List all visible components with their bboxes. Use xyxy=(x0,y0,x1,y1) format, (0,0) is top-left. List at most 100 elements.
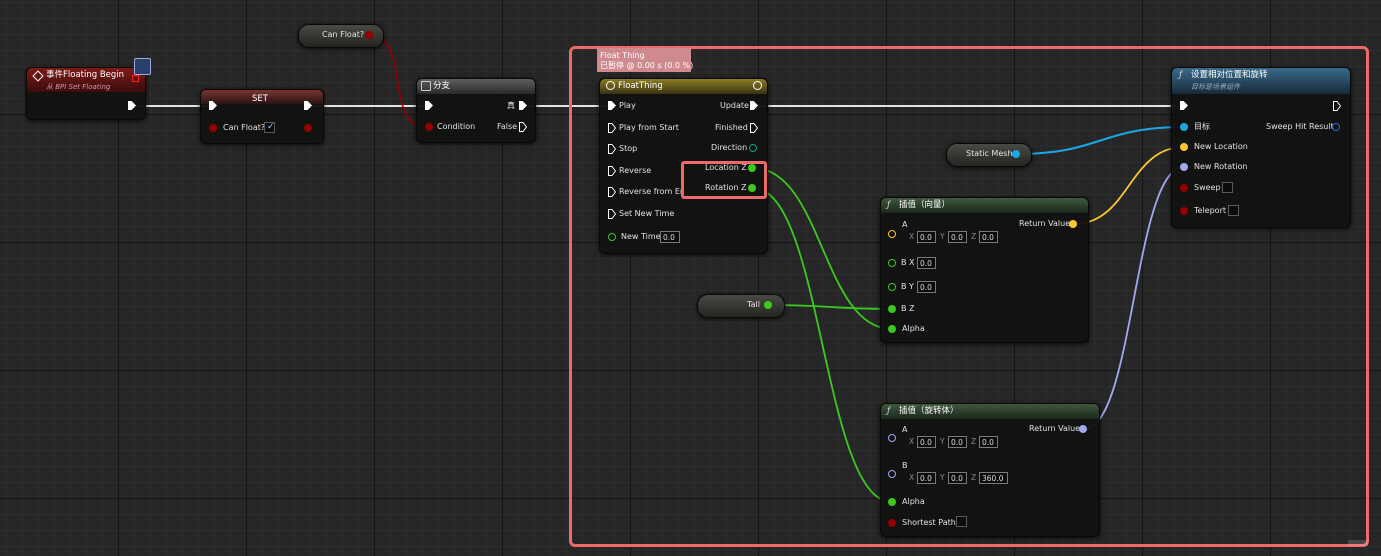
lerp-vector-a-z-field[interactable]: 0.0 xyxy=(979,231,998,243)
lerp-rotator-return-label: Return Value xyxy=(1029,424,1081,433)
function-icon: ƒ xyxy=(1179,70,1182,79)
branch-true-label: 真 xyxy=(507,101,515,110)
lerp-rotator-a-x-label: X xyxy=(909,437,915,446)
lerp-rotator-b-z-label: Z xyxy=(971,473,977,482)
timeline-stop-label: Stop xyxy=(619,144,638,153)
branch-icon xyxy=(421,81,431,91)
timeline-new-time-label: New Time xyxy=(621,232,661,241)
lerp-vector-by-field[interactable]: 0.0 xyxy=(917,281,936,293)
set-relative-target-label: 目标 xyxy=(1194,122,1210,131)
lerp-vector-bz-pin[interactable] xyxy=(888,305,896,313)
timeline-update-label: Update xyxy=(720,101,749,110)
set-relative-teleport-checkbox[interactable] xyxy=(1228,205,1239,216)
set-relative-exec-out-pin[interactable] xyxy=(1333,101,1341,111)
can-float-getter-label: Can Float? xyxy=(322,30,365,39)
timeline-reverse-label: Reverse xyxy=(619,166,652,175)
set-relative-teleport-label: Teleport xyxy=(1194,206,1226,215)
set-relative-teleport-pin[interactable] xyxy=(1180,207,1188,215)
can-float-getter-pin[interactable] xyxy=(365,31,373,39)
set-relative-sweep-hit-label: Sweep Hit Result xyxy=(1266,122,1334,131)
lerp-vector-bx-label: B X xyxy=(901,258,915,267)
set-relative-target-pin[interactable] xyxy=(1180,123,1188,131)
lerp-rotator-b-z-field[interactable]: 360.0 xyxy=(979,472,1008,484)
timeline-new-time-field[interactable]: 0.0 xyxy=(660,231,680,243)
lerp-rotator-a-label: A xyxy=(902,425,908,434)
event-subtitle: 从 BPI Set Floating xyxy=(46,83,111,91)
tall-pin[interactable] xyxy=(764,301,772,309)
timeline-stop-pin[interactable] xyxy=(608,144,616,154)
timeline-loop-icon xyxy=(753,81,762,90)
lerp-vector-bx-pin[interactable] xyxy=(888,259,896,267)
static-mesh-pin[interactable] xyxy=(1012,150,1020,158)
set-can-float-checkbox[interactable]: ✓ xyxy=(264,122,275,133)
lerp-rotator-title: 插值（旋转体） xyxy=(899,406,959,416)
set-relative-title: 设置相对位置和旋转 xyxy=(1191,70,1268,80)
timeline-play-from-start-pin[interactable] xyxy=(608,123,616,133)
lerp-rotator-b-x-field[interactable]: 0.0 xyxy=(917,472,936,484)
lerp-rotator-b-x-label: X xyxy=(909,473,915,482)
lerp-vector-a-y-label: Y xyxy=(940,232,945,241)
lerp-vector-alpha-label: Alpha xyxy=(902,324,925,333)
lerp-rotator-b-y-label: Y xyxy=(940,473,945,482)
lerp-rotator-shortest-label: Shortest Path xyxy=(902,518,956,527)
branch-false-label: False xyxy=(497,122,518,131)
comment-resize-handle[interactable] xyxy=(1348,540,1368,546)
checkmark-icon: ✓ xyxy=(267,122,275,132)
set-relative-new-rotation-label: New Rotation xyxy=(1194,162,1248,171)
lerp-vector-return-pin[interactable] xyxy=(1069,220,1077,228)
set-can-float-out-pin[interactable] xyxy=(304,124,312,132)
lerp-rotator-shortest-checkbox[interactable] xyxy=(956,516,967,527)
set-relative-subtitle: 目标是场景组件 xyxy=(1191,83,1240,91)
timeline-finished-pin[interactable] xyxy=(750,123,758,133)
set-relative-sweep-pin[interactable] xyxy=(1180,184,1188,192)
timeline-finished-label: Finished xyxy=(715,123,748,132)
timeline-new-time-pin[interactable] xyxy=(608,233,616,241)
timeline-reverse-from-end-pin[interactable] xyxy=(608,187,616,197)
lerp-rotator-alpha-pin[interactable] xyxy=(888,498,896,506)
timeline-set-new-time-pin[interactable] xyxy=(608,209,616,219)
branch-condition-pin[interactable] xyxy=(425,123,433,131)
timeline-direction-label: Direction xyxy=(711,143,748,152)
set-relative-sweep-checkbox[interactable] xyxy=(1222,182,1233,193)
lerp-vector-a-label: A xyxy=(902,220,908,229)
lerp-vector-a-pin[interactable] xyxy=(888,230,896,238)
timeline-direction-pin[interactable] xyxy=(749,144,757,152)
timeline-set-new-time-label: Set New Time xyxy=(619,209,675,218)
set-can-float-in-pin[interactable] xyxy=(209,124,217,132)
branch-title: 分支 xyxy=(433,81,451,91)
lerp-rotator-b-pin[interactable] xyxy=(888,470,896,478)
set-relative-new-location-label: New Location xyxy=(1194,142,1248,151)
lerp-rotator-a-x-field[interactable]: 0.0 xyxy=(917,436,936,448)
lerp-vector-a-z-label: Z xyxy=(971,232,977,241)
set-relative-new-location-pin[interactable] xyxy=(1180,143,1188,151)
lerp-vector-alpha-pin[interactable] xyxy=(888,325,896,333)
lerp-vector-by-pin[interactable] xyxy=(888,283,896,291)
event-title: 事件Floating Begin xyxy=(46,70,125,80)
lerp-vector-bz-label: B Z xyxy=(901,304,915,313)
function-icon: ƒ xyxy=(887,200,890,209)
lerp-rotator-a-y-label: Y xyxy=(940,437,945,446)
branch-false-pin[interactable] xyxy=(519,122,527,132)
interface-icon xyxy=(134,58,151,75)
timeline-reverse-pin[interactable] xyxy=(608,166,616,176)
lerp-rotator-alpha-label: Alpha xyxy=(902,497,925,506)
event-delegate-pin[interactable] xyxy=(132,75,139,82)
function-icon: ƒ xyxy=(887,406,890,415)
lerp-rotator-a-z-field[interactable]: 0.0 xyxy=(979,436,998,448)
branch-condition-label: Condition xyxy=(437,122,476,131)
set-relative-sweep-hit-pin[interactable] xyxy=(1332,123,1340,131)
lerp-rotator-return-pin[interactable] xyxy=(1079,425,1087,433)
lerp-rotator-a-y-field[interactable]: 0.0 xyxy=(948,436,967,448)
set-can-float-label: Can Float? xyxy=(223,123,266,132)
timeline-play-from-start-label: Play from Start xyxy=(619,123,679,132)
lerp-rotator-b-y-field[interactable]: 0.0 xyxy=(948,472,967,484)
lerp-rotator-a-z-label: Z xyxy=(971,437,977,446)
set-relative-new-rotation-pin[interactable] xyxy=(1180,163,1188,171)
lerp-rotator-a-pin[interactable] xyxy=(888,434,896,442)
comment-subtitle: 已暂停 @ 0.00 s (0.0 %) xyxy=(600,61,694,70)
lerp-vector-a-y-field[interactable]: 0.0 xyxy=(948,231,967,243)
comment-title: Float Thing xyxy=(600,51,645,60)
lerp-rotator-shortest-pin[interactable] xyxy=(888,519,896,527)
lerp-vector-a-x-field[interactable]: 0.0 xyxy=(917,231,936,243)
lerp-vector-bx-field[interactable]: 0.0 xyxy=(917,257,936,269)
